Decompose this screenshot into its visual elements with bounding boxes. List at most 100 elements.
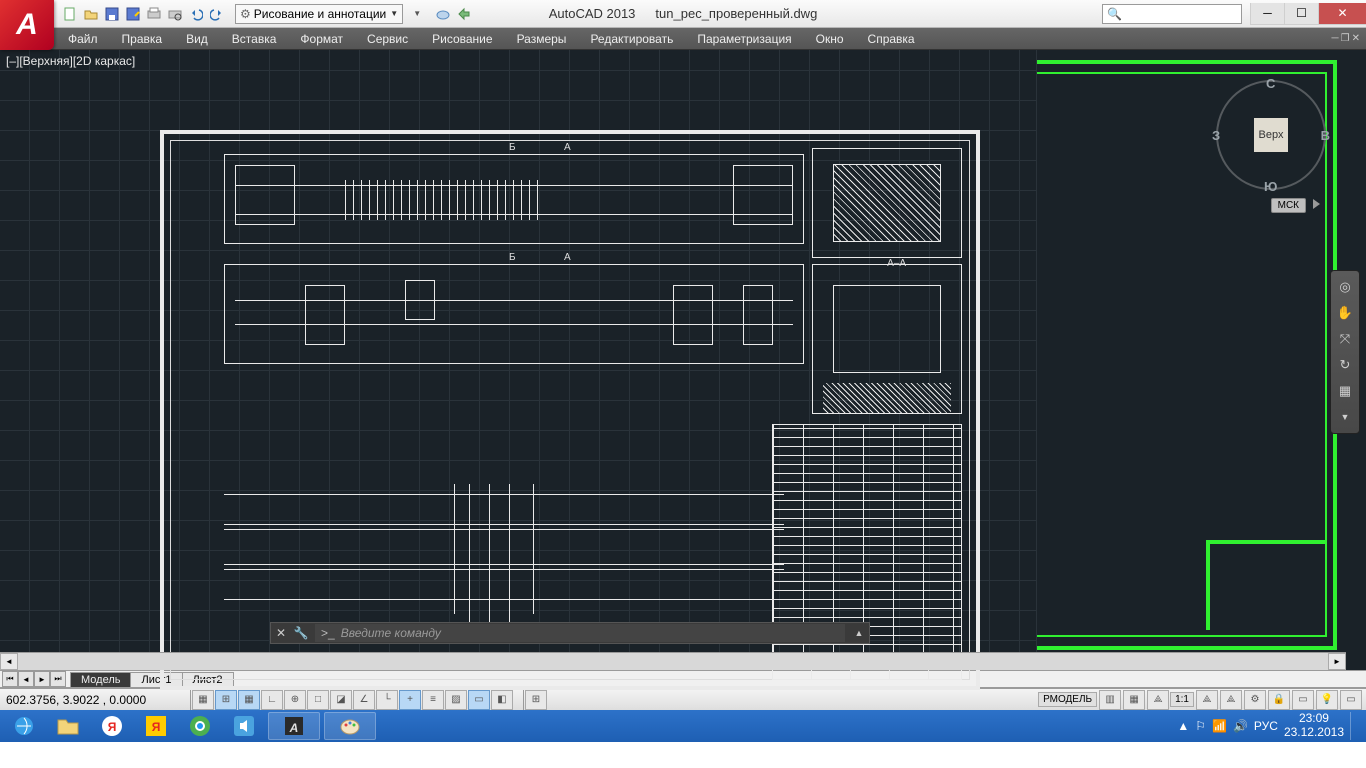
nav-more-icon[interactable]: ▼ [1335, 407, 1355, 427]
menu-modify[interactable]: Редактировать [578, 28, 685, 49]
annotation-scale-icon[interactable]: ⟁ [1147, 690, 1169, 710]
show-desktop-button[interactable] [1350, 712, 1358, 740]
qat-more-icon[interactable]: ▼ [407, 4, 427, 24]
tab-last-icon[interactable]: ⏭ [50, 671, 66, 687]
menu-format[interactable]: Формат [288, 28, 355, 49]
new-icon[interactable] [60, 4, 80, 24]
ortho-mode-icon[interactable]: ∟ [261, 690, 283, 710]
fullnav-wheel-icon[interactable]: ◎ [1335, 277, 1355, 297]
command-input[interactable]: >_ Введите команду [315, 624, 845, 642]
osnap-icon[interactable]: □ [307, 690, 329, 710]
workspace-switch-icon[interactable]: ⚙ [1244, 690, 1266, 710]
tray-network-icon[interactable]: 📶 [1212, 719, 1227, 733]
tab-model[interactable]: Модель [70, 672, 131, 687]
tray-volume-icon[interactable]: 🔊 [1233, 719, 1248, 733]
taskbar-autocad[interactable]: A [268, 712, 320, 740]
taskbar-yandex[interactable]: Я [92, 712, 132, 740]
polar-tracking-icon[interactable]: ⊕ [284, 690, 306, 710]
tab-first-icon[interactable]: ⏮ [2, 671, 18, 687]
annotation-visibility-icon[interactable]: ⟁ [1196, 690, 1218, 710]
ducs-icon[interactable]: └ [376, 690, 398, 710]
close-button[interactable]: ✕ [1318, 3, 1366, 25]
menu-service[interactable]: Сервис [355, 28, 420, 49]
tray-lang[interactable]: РУС [1254, 719, 1278, 733]
auto-scale-icon[interactable]: ⟁ [1220, 690, 1242, 710]
menu-window[interactable]: Окно [804, 28, 856, 49]
taskbar-paint[interactable] [324, 712, 376, 740]
secondary-viewport[interactable]: Верх С З В Ю МСК ◎ ✋ ⤧ ↻ ▦ ▼ [1036, 50, 1366, 670]
transparency-icon[interactable]: ▨ [445, 690, 467, 710]
taskbar-explorer[interactable] [48, 712, 88, 740]
command-line[interactable]: ✕ 🔧 >_ Введите команду ▲ [270, 622, 870, 644]
zoom-extents-icon[interactable]: ⤧ [1335, 329, 1355, 349]
menu-parametric[interactable]: Параметризация [685, 28, 803, 49]
snap-mode-icon[interactable]: ⊞ [215, 690, 237, 710]
clean-screen-icon[interactable]: ▭ [1340, 690, 1362, 710]
pan-icon[interactable]: ✋ [1335, 303, 1355, 323]
menu-file[interactable]: Файл [56, 28, 110, 49]
workspace-dropdown[interactable]: ⚙ Рисование и аннотации ▼ [235, 4, 403, 24]
lineweight-icon[interactable]: ≡ [422, 690, 444, 710]
minimize-button[interactable]: ─ [1250, 3, 1284, 25]
ucs-dropdown-icon[interactable] [1313, 199, 1320, 209]
hardware-accel-icon[interactable]: ▭ [1292, 690, 1314, 710]
maximize-button[interactable]: ☐ [1284, 3, 1318, 25]
save-icon[interactable] [102, 4, 122, 24]
view-label[interactable]: [–][Верхняя][2D каркас] [6, 54, 135, 68]
orbit-icon[interactable]: ↻ [1335, 355, 1355, 375]
menu-edit[interactable]: Правка [110, 28, 175, 49]
cmdline-customize-icon[interactable]: 🔧 [291, 626, 311, 640]
taskbar-ie[interactable] [4, 712, 44, 740]
menu-view[interactable]: Вид [174, 28, 220, 49]
horizontal-scrollbar[interactable]: ◄ ► [0, 652, 1346, 670]
viewcube-east[interactable]: В [1321, 128, 1330, 143]
menu-draw[interactable]: Рисование [420, 28, 504, 49]
showmotion-icon[interactable]: ▦ [1335, 381, 1355, 401]
viewcube-south[interactable]: Ю [1264, 179, 1277, 194]
plot-preview-icon[interactable] [165, 4, 185, 24]
exchange-icon[interactable] [454, 4, 474, 24]
viewcube-west[interactable]: З [1212, 128, 1220, 143]
selection-cycling-icon[interactable]: ◧ [491, 690, 513, 710]
cloud-icon[interactable] [433, 4, 453, 24]
redo-icon[interactable] [207, 4, 227, 24]
3dosnap-icon[interactable]: ◪ [330, 690, 352, 710]
infer-constraints-icon[interactable]: ▦ [192, 690, 214, 710]
app-logo[interactable]: A [0, 0, 54, 50]
tab-prev-icon[interactable]: ◄ [18, 671, 34, 687]
grid-display-icon[interactable]: ▦ [238, 690, 260, 710]
toolbar-lock-icon[interactable]: 🔒 [1268, 690, 1290, 710]
taskbar-chrome[interactable] [180, 712, 220, 740]
menu-help[interactable]: Справка [856, 28, 927, 49]
saveas-icon[interactable] [123, 4, 143, 24]
taskbar-ya-square[interactable]: Я [136, 712, 176, 740]
doc-close-icon[interactable]: ✕ [1352, 33, 1360, 44]
doc-minimize-icon[interactable]: ─ [1332, 33, 1339, 44]
tray-up-icon[interactable]: ▲ [1177, 719, 1189, 733]
cmdline-close-icon[interactable]: ✕ [271, 626, 291, 640]
doc-restore-icon[interactable]: ❐ [1341, 33, 1350, 44]
otrack-icon[interactable]: ∠ [353, 690, 375, 710]
menu-insert[interactable]: Вставка [220, 28, 289, 49]
dyn-input-icon[interactable]: + [399, 690, 421, 710]
drawing-area[interactable]: [–][Верхняя][2D каркас] Б А Б А [0, 50, 1366, 670]
model-space-button[interactable]: РМОДЕЛЬ [1038, 692, 1097, 707]
taskbar-sound[interactable] [224, 712, 264, 740]
coordinates[interactable]: 602.3756, 3.9022 , 0.0000 [0, 693, 190, 707]
viewcube-north[interactable]: С [1266, 76, 1275, 91]
scale-value[interactable]: 1:1 [1170, 692, 1194, 707]
undo-icon[interactable] [186, 4, 206, 24]
tab-next-icon[interactable]: ► [34, 671, 50, 687]
menu-dimensions[interactable]: Размеры [505, 28, 579, 49]
isolate-objects-icon[interactable]: 💡 [1316, 690, 1338, 710]
viewcube-face-top[interactable]: Верх [1254, 118, 1288, 152]
tray-clock[interactable]: 23:09 23.12.2013 [1284, 712, 1344, 740]
cmdline-history-icon[interactable]: ▲ [849, 628, 869, 638]
quickview-drawings-icon[interactable]: ▦ [1123, 690, 1145, 710]
quick-properties-icon[interactable]: ▭ [468, 690, 490, 710]
view-cube[interactable]: Верх С З В Ю [1216, 80, 1326, 190]
title-search[interactable]: 🔍 [1102, 4, 1242, 24]
quickview-layouts-icon[interactable]: ▥ [1099, 690, 1121, 710]
ucs-label[interactable]: МСК [1271, 198, 1306, 213]
model-paper-toggle-icon[interactable]: ⊞ [525, 690, 547, 710]
